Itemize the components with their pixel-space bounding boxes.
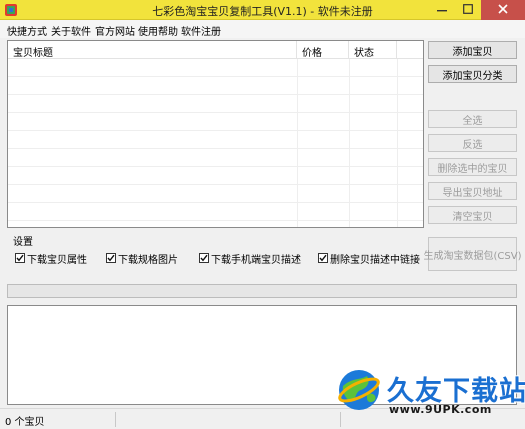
menu-shortcuts[interactable]: 快捷方式 (7, 23, 47, 38)
column-status[interactable]: 状态 (349, 41, 397, 59)
status-divider (115, 412, 116, 427)
checkbox[interactable] (15, 253, 25, 263)
menu-about[interactable]: 关于软件 (51, 23, 91, 38)
maximize-button[interactable] (455, 0, 481, 20)
globe-logo-icon (337, 368, 381, 412)
invert-selection-button[interactable]: 反选 (428, 134, 517, 152)
item-count: 0 个宝贝 (5, 417, 45, 428)
option-label: 删除宝贝描述中链接 (330, 254, 420, 266)
grid-divider (349, 59, 350, 227)
grid-divider (297, 59, 298, 227)
checkmark-icon (107, 254, 115, 262)
list-grid (8, 59, 423, 227)
list-header: 宝贝标题 价格 状态 (8, 41, 423, 59)
grid-divider (397, 59, 398, 227)
item-list[interactable]: 宝贝标题 价格 状态 (7, 40, 424, 228)
option-download-attributes[interactable]: 下载宝贝属性 (15, 251, 87, 266)
option-label: 下载手机端宝贝描述 (211, 254, 301, 266)
option-download-spec-images[interactable]: 下载规格图片 (106, 251, 178, 266)
site-watermark: 久友下载站 www.9UPK.com (333, 366, 525, 426)
clear-items-button[interactable]: 清空宝贝 (428, 206, 517, 224)
menu-register[interactable]: 软件注册 (181, 23, 221, 38)
checkbox[interactable] (106, 253, 116, 263)
option-download-mobile-description[interactable]: 下载手机端宝贝描述 (199, 251, 301, 266)
watermark-url: www.9UPK.com (389, 403, 492, 416)
minimize-icon (437, 4, 447, 17)
checkmark-icon (319, 254, 327, 262)
menu-bar: 快捷方式 关于软件 官方网站 使用帮助 软件注册 (0, 20, 525, 38)
checkmark-icon (16, 254, 24, 262)
column-price[interactable]: 价格 (297, 41, 349, 59)
generate-csv-button[interactable]: 生成淘宝数据包(CSV) (424, 237, 522, 271)
menu-website[interactable]: 官方网站 (95, 23, 135, 38)
option-remove-description-links[interactable]: 删除宝贝描述中链接 (318, 251, 420, 266)
add-item-button[interactable]: 添加宝贝 (428, 41, 517, 59)
checkmark-icon (200, 254, 208, 262)
add-category-button[interactable]: 添加宝贝分类 (428, 65, 517, 83)
export-urls-button[interactable]: 导出宝贝地址 (428, 182, 517, 200)
close-icon (498, 3, 508, 17)
option-label: 下载宝贝属性 (27, 254, 87, 266)
delete-selected-button[interactable]: 删除选中的宝贝 (428, 158, 517, 176)
progress-bar (7, 284, 517, 298)
minimize-button[interactable] (429, 0, 455, 20)
column-title[interactable]: 宝贝标题 (8, 41, 297, 59)
menu-help[interactable]: 使用帮助 (138, 23, 178, 38)
checkbox[interactable] (318, 253, 328, 263)
option-label: 下载规格图片 (118, 254, 178, 266)
close-button[interactable] (481, 0, 525, 20)
title-bar: 七彩色淘宝宝贝复制工具(V1.1) - 软件未注册 (0, 0, 525, 20)
select-all-button[interactable]: 全选 (428, 110, 517, 128)
checkbox[interactable] (199, 253, 209, 263)
settings-label: 设置 (13, 237, 33, 248)
maximize-icon (463, 3, 473, 17)
